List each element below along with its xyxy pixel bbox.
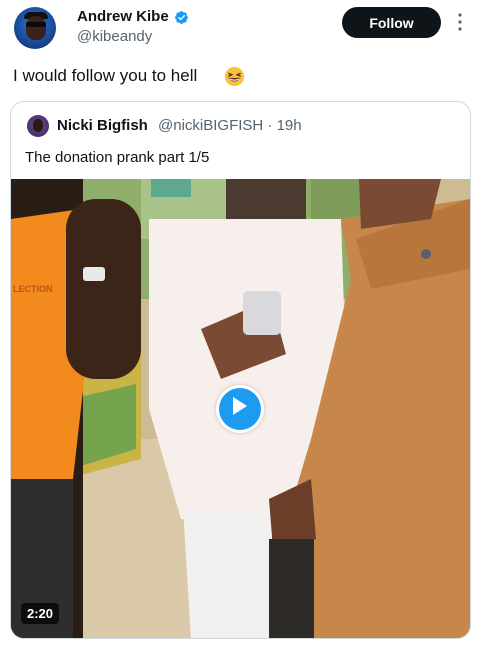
verified-badge-icon [175, 11, 188, 24]
video-player[interactable]: LECTION 2:20 [11, 179, 470, 638]
play-button[interactable] [216, 385, 264, 433]
author-avatar[interactable] [14, 7, 56, 49]
quoted-avatar-face [33, 119, 43, 132]
follow-button[interactable]: Follow [342, 7, 441, 38]
more-options-icon[interactable] [455, 12, 465, 32]
tweet-text: I would follow you to hell [13, 66, 198, 85]
quoted-tweet-card[interactable]: Nicki Bigfish @nickiBIGFISH · 19h The do… [10, 101, 471, 639]
shirt-text: LECTION [13, 284, 53, 294]
author-name[interactable]: Andrew Kibe [77, 8, 169, 25]
avatar-sunglasses [26, 22, 46, 27]
quoted-author-handle-time: @nickiBIGFISH · 19h [158, 117, 302, 134]
grinning-squinting-face-icon [224, 66, 245, 87]
author-handle[interactable]: @kibeandy [77, 28, 152, 45]
quoted-author-avatar[interactable] [27, 115, 49, 137]
video-duration-badge: 2:20 [21, 603, 60, 624]
play-icon [233, 397, 247, 415]
avatar-face [26, 16, 46, 40]
quoted-tweet-text: The donation prank part 1/5 [25, 149, 210, 166]
quoted-author-name[interactable]: Nicki Bigfish [57, 117, 148, 134]
